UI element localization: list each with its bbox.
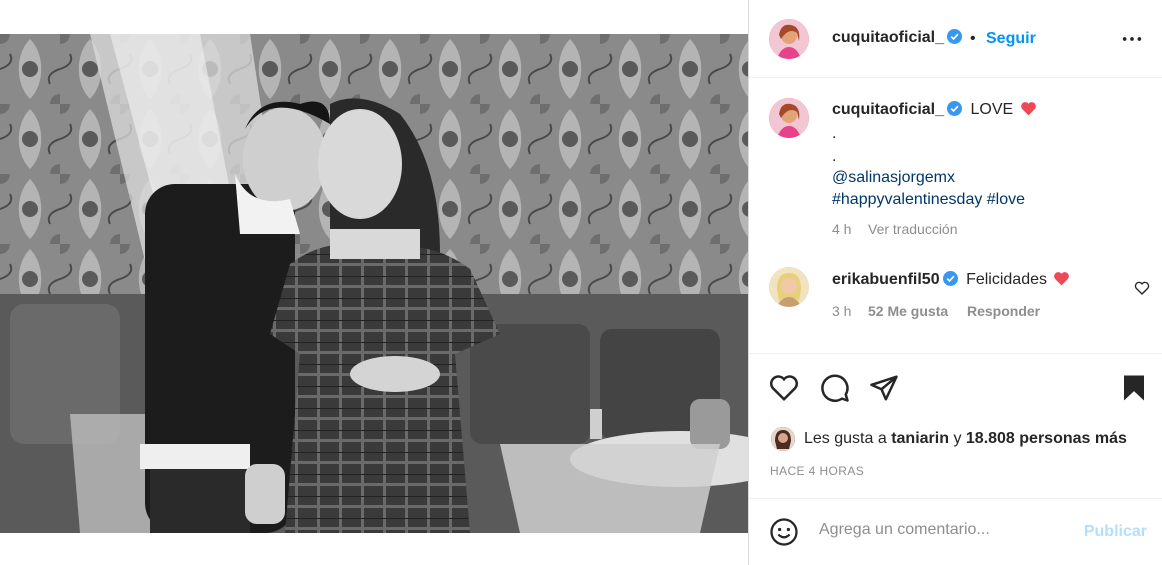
- header-separator: •: [970, 30, 976, 47]
- caption-mention-link[interactable]: @salinasjorgemx: [832, 167, 955, 189]
- commenter-username[interactable]: erikabuenfil50: [832, 271, 940, 288]
- liker-username[interactable]: taniarin: [891, 430, 949, 447]
- caption-dot-1: .: [832, 125, 837, 142]
- like-heart-icon[interactable]: [769, 373, 799, 403]
- verified-badge-icon: [942, 271, 958, 286]
- caption-first-line: cuquitaoficial_ LOVE: [832, 99, 1037, 121]
- see-translation-button[interactable]: Ver traducción: [868, 221, 958, 237]
- post-header: cuquitaoficial_ • Seguir: [749, 0, 1162, 78]
- comment-time[interactable]: 3 h: [832, 303, 851, 319]
- comment-line: erikabuenfil50 Felicidades: [832, 269, 1070, 291]
- author-username-text[interactable]: cuquitaoficial_: [832, 29, 944, 46]
- caption-text: LOVE: [970, 101, 1014, 118]
- comment-text: Felicidades: [966, 271, 1047, 288]
- caption-author-username[interactable]: cuquitaoficial_: [832, 101, 944, 118]
- commenter-avatar[interactable]: [769, 267, 809, 307]
- author-avatar[interactable]: [769, 19, 809, 59]
- like-comment-heart-icon[interactable]: [1134, 280, 1150, 296]
- reply-button[interactable]: Responder: [967, 303, 1040, 319]
- post-media-area: [0, 0, 748, 565]
- verified-badge-icon: [947, 101, 963, 116]
- red-heart-icon: [1020, 102, 1036, 116]
- red-heart-icon: [1054, 272, 1070, 286]
- author-username[interactable]: cuquitaoficial_: [832, 29, 963, 47]
- liker-avatar[interactable]: [771, 427, 795, 451]
- post-side-panel: cuquitaoficial_ • Seguir cuquitaoficial_…: [748, 0, 1162, 565]
- verified-badge-icon: [947, 29, 963, 44]
- comment-likes-count[interactable]: 52 Me gusta: [868, 303, 948, 319]
- emoji-smiley-icon[interactable]: [769, 517, 799, 547]
- more-options-icon[interactable]: [1121, 28, 1143, 50]
- likes-others-count[interactable]: 18.808 personas más: [966, 430, 1127, 447]
- save-bookmark-icon[interactable]: [1119, 373, 1149, 403]
- post-actions-section: Les gusta a taniarin y 18.808 personas m…: [749, 353, 1162, 498]
- caption-author-avatar[interactable]: [769, 98, 809, 138]
- caption-time[interactable]: 4 h: [832, 221, 851, 237]
- likes-summary: Les gusta a taniarin y 18.808 personas m…: [804, 430, 1127, 448]
- post-photo[interactable]: [0, 34, 748, 533]
- likes-connector: y: [953, 430, 962, 447]
- caption-hashtags-link[interactable]: #happyvalentinesday #love: [832, 189, 1025, 211]
- share-paper-plane-icon[interactable]: [869, 373, 899, 403]
- comment-input[interactable]: [819, 521, 1069, 539]
- follow-button[interactable]: Seguir: [986, 30, 1036, 48]
- comment-bubble-icon[interactable]: [820, 373, 850, 403]
- likes-prefix: Les gusta a: [804, 430, 887, 447]
- add-comment-bar: Publicar: [749, 498, 1162, 565]
- publish-button[interactable]: Publicar: [1084, 523, 1147, 541]
- caption-dot-2: .: [832, 148, 837, 165]
- post-timestamp[interactable]: HACE 4 HORAS: [770, 464, 864, 478]
